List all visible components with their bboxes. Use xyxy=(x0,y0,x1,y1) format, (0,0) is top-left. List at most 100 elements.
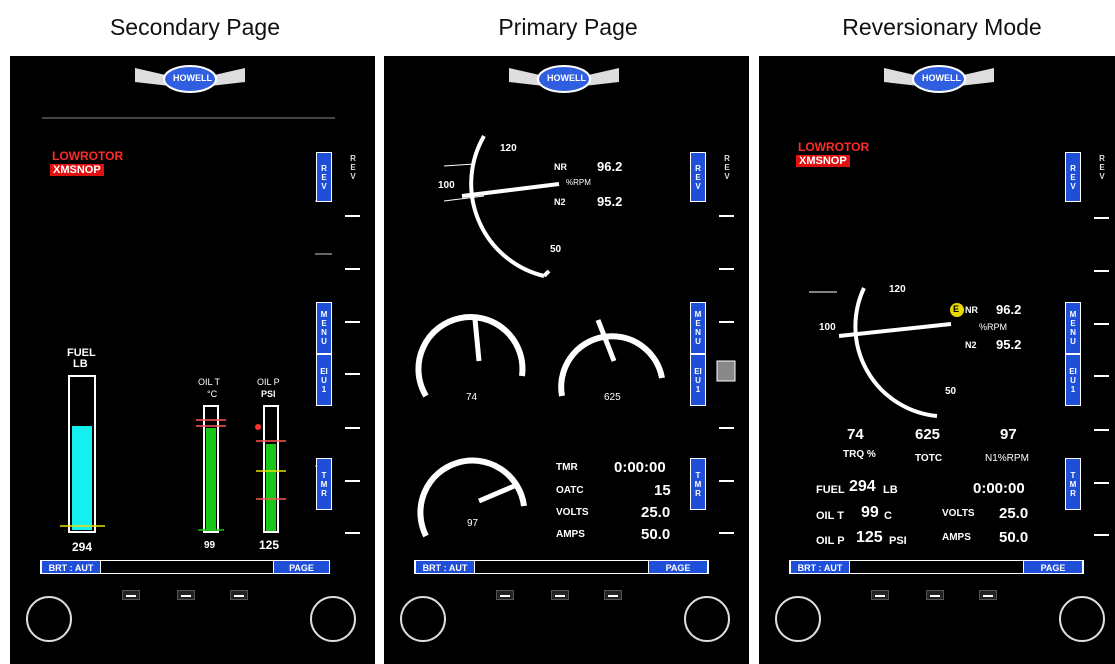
rpm-unit: %RPM xyxy=(566,178,591,187)
oilt-unit: °C xyxy=(207,389,218,399)
totc-value: 625 xyxy=(915,426,941,443)
oatc-label: OATC xyxy=(556,485,584,496)
nr-value: 96.2 xyxy=(996,302,1022,317)
amps-value: 50.0 xyxy=(999,529,1029,546)
bezel-button-3[interactable] xyxy=(230,590,248,600)
volts-value: 25.0 xyxy=(999,505,1029,522)
menu-button[interactable]: MENU xyxy=(1065,302,1081,354)
rpm-mark-100: 100 xyxy=(438,180,455,191)
left-knob[interactable] xyxy=(775,596,821,642)
n1-value: 97 xyxy=(467,518,479,529)
oilt-value: 99 xyxy=(204,540,216,551)
brt-button[interactable]: BRT : AUT xyxy=(790,560,850,574)
totc-value: 625 xyxy=(604,392,621,403)
fuel-value: 294 xyxy=(849,478,876,495)
bezel-button-2[interactable] xyxy=(177,590,195,600)
e-badge: E xyxy=(953,304,960,314)
amps-label: AMPS xyxy=(942,532,971,543)
amps-label: AMPS xyxy=(556,529,585,540)
n2-value: 95.2 xyxy=(597,194,623,209)
menu-button[interactable]: MENU xyxy=(316,302,332,354)
left-knob[interactable] xyxy=(26,596,72,642)
bezel-button-2[interactable] xyxy=(551,590,569,600)
oilp-unit: PSI xyxy=(261,389,276,399)
oilt-unit: C xyxy=(884,510,892,522)
fuel-unit: LB xyxy=(883,484,898,496)
oilt-value: 99 xyxy=(861,504,879,521)
trq-label: TRQ % xyxy=(843,449,876,460)
alert-xmsnop: XMSNOP xyxy=(796,155,850,167)
volts-value: 25.0 xyxy=(641,504,671,521)
rpm-mark-120: 120 xyxy=(889,284,906,295)
alert-lowrotor: LOWROTOR xyxy=(798,140,870,154)
alert-xmsnop: XMSNOP xyxy=(50,164,104,176)
fuel-value: 294 xyxy=(72,540,93,554)
rpm-mark-100: 100 xyxy=(819,322,836,333)
title-reversionary: Reversionary Mode xyxy=(842,14,1042,40)
rev-label-ext: REV xyxy=(350,154,356,181)
oilt-label: OIL T xyxy=(198,377,221,387)
logo-text: HOWELL xyxy=(547,73,586,83)
right-knob[interactable] xyxy=(1059,596,1105,642)
tmr-value: 0:00:00 xyxy=(973,480,1025,497)
bezel-button-3[interactable] xyxy=(979,590,997,600)
page-button[interactable]: PAGE xyxy=(273,560,330,574)
eiu-button[interactable]: EIU1 xyxy=(690,354,706,406)
rev-label-ext: REV xyxy=(724,154,730,181)
oilt-label: OIL T xyxy=(816,510,844,522)
oilp-label: OIL P xyxy=(816,535,845,547)
tmr-label: TMR xyxy=(556,462,578,473)
oilp-label: OIL P xyxy=(257,377,280,387)
rev-label-ext: REV xyxy=(1099,154,1105,181)
totc-label: TOTC xyxy=(915,453,943,464)
alert-lowrotor: LOWROTOR xyxy=(52,149,124,163)
rpm-mark-50: 50 xyxy=(550,244,562,255)
amps-value: 50.0 xyxy=(641,526,671,543)
rev-button[interactable]: REV xyxy=(316,152,332,202)
rev-button[interactable]: REV xyxy=(1065,152,1081,202)
tmr-button[interactable]: TMR xyxy=(1065,458,1081,510)
volts-label: VOLTS xyxy=(942,508,975,519)
bezel-button-1[interactable] xyxy=(122,590,140,600)
logo-text: HOWELL xyxy=(173,73,212,83)
nr-label: NR xyxy=(965,305,978,315)
left-knob[interactable] xyxy=(400,596,446,642)
n2-label: N2 xyxy=(965,340,977,350)
page-button[interactable]: PAGE xyxy=(1023,560,1083,574)
bezel-button-1[interactable] xyxy=(871,590,889,600)
oilp-value: 125 xyxy=(856,529,883,546)
tmr-value: 0:00:00 xyxy=(614,459,666,476)
oilp-value: 125 xyxy=(259,538,280,552)
n1-label: N1%RPM xyxy=(985,453,1029,464)
nr-value: 96.2 xyxy=(597,159,623,174)
rpm-mark-120: 120 xyxy=(500,143,517,154)
logo-text: HOWELL xyxy=(922,73,961,83)
title-primary: Primary Page xyxy=(498,14,638,40)
right-knob[interactable] xyxy=(684,596,730,642)
eiu-button[interactable]: EIU1 xyxy=(1065,354,1081,406)
eiu-button[interactable]: EIU1 xyxy=(316,354,332,406)
tmr-button[interactable]: TMR xyxy=(690,458,706,510)
bezel-button-3[interactable] xyxy=(604,590,622,600)
trq-value: 74 xyxy=(847,426,864,443)
rpm-unit: %RPM xyxy=(979,322,1008,332)
menu-button[interactable]: MENU xyxy=(690,302,706,354)
title-secondary: Secondary Page xyxy=(109,14,281,40)
n2-label: N2 xyxy=(554,197,566,207)
bezel-button-1[interactable] xyxy=(496,590,514,600)
bezel-button-2[interactable] xyxy=(926,590,944,600)
n2-value: 95.2 xyxy=(996,337,1022,352)
tmr-button[interactable]: TMR xyxy=(316,458,332,510)
brt-button[interactable]: BRT : AUT xyxy=(415,560,475,574)
volts-label: VOLTS xyxy=(556,507,589,518)
n1-value: 97 xyxy=(1000,426,1017,443)
display-unit-secondary: HOWELL LOWROTOR XMSNOP REV MENU EIU1 TMR… xyxy=(10,56,375,664)
display-unit-primary: HOWELL 120 100 50 NR 96.2 %RPM N2 95.2 7… xyxy=(384,56,749,664)
fuel-unit: LB xyxy=(73,358,88,370)
page-button[interactable]: PAGE xyxy=(648,560,708,574)
rev-button[interactable]: REV xyxy=(690,152,706,202)
right-knob[interactable] xyxy=(310,596,356,642)
trq-value: 74 xyxy=(466,392,478,403)
brt-button[interactable]: BRT : AUT xyxy=(41,560,101,574)
oatc-value: 15 xyxy=(654,482,671,499)
